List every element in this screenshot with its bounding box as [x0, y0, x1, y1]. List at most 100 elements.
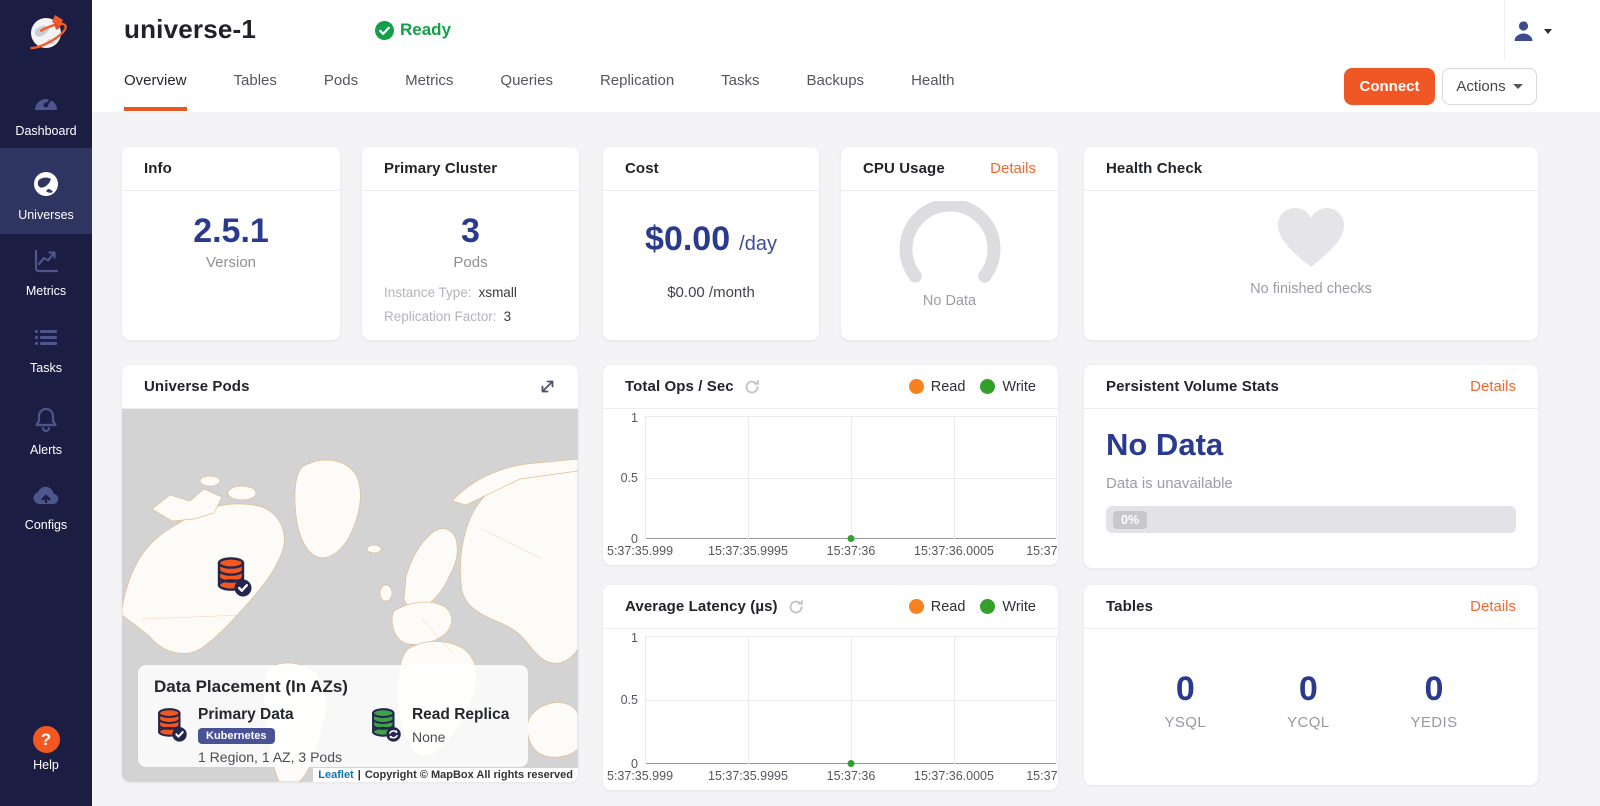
tab-backups[interactable]: Backups — [807, 72, 865, 111]
kubernetes-badge: Kubernetes — [198, 728, 275, 744]
world-map[interactable]: Data Placement (In AZs) Primary Data Kub… — [122, 409, 578, 782]
yedis-stat: 0 YEDIS — [1411, 671, 1458, 731]
map-attribution: Leaflet | Copyright © MapBox All rights … — [313, 768, 578, 782]
persistent-volume-card: Persistent Volume Stats Details No Data … — [1084, 365, 1538, 568]
write-data-point — [848, 760, 855, 767]
sidebar-item-help[interactable]: ? Help — [0, 718, 92, 784]
x-tick: 15:37:35.9995 — [708, 769, 788, 783]
chart-legend: Read Write — [909, 379, 1036, 395]
version-caption: Version — [206, 254, 256, 271]
sidebar-item-alerts[interactable]: Alerts — [0, 397, 92, 459]
sidebar-item-configs[interactable]: Configs — [0, 476, 92, 538]
card-title: Info — [144, 160, 172, 177]
x-tick: 5:37:35.999 — [607, 544, 673, 558]
metrics-chart-icon — [32, 248, 60, 279]
chart-title: Total Ops / Sec — [625, 378, 734, 395]
latency-chart[interactable]: 1 0.5 0 5:37:35.999 15:37:35.9995 15:37:… — [603, 629, 1058, 790]
sidebar-item-metrics[interactable]: Metrics — [0, 240, 92, 302]
header-divider — [1504, 0, 1505, 60]
leaflet-link[interactable]: Leaflet — [318, 769, 353, 781]
tab-queries[interactable]: Queries — [500, 72, 553, 111]
tab-metrics[interactable]: Metrics — [405, 72, 453, 111]
primary-cluster-map-marker[interactable] — [213, 555, 253, 604]
help-question-icon: ? — [33, 726, 60, 753]
sidebar-item-dashboard[interactable]: Dashboard — [0, 80, 92, 142]
status-text: Ready — [400, 20, 451, 40]
pvs-details-link[interactable]: Details — [1470, 378, 1516, 395]
universe-pods-card: Universe Pods — [122, 365, 578, 782]
x-tick: 5:37:35.999 — [607, 769, 673, 783]
replication-factor-row: Replication Factor:3 — [384, 309, 557, 324]
sidebar-item-tasks[interactable]: Tasks — [0, 319, 92, 381]
ops-chart[interactable]: 1 0.5 0 5:37:35.999 15:37:35.9995 15:37:… — [603, 409, 1058, 565]
primary-cluster-card: Primary Cluster 3 Pods Instance Type:xsm… — [362, 147, 579, 340]
primary-database-icon — [154, 706, 188, 744]
cpu-usage-card: CPU Usage Details No Data — [841, 147, 1058, 340]
refresh-icon[interactable] — [744, 379, 760, 395]
y-tick: 0.5 — [621, 693, 638, 707]
user-avatar-icon — [1512, 20, 1535, 43]
sidebar-item-label: Configs — [25, 518, 67, 532]
primary-data-label: Primary Data — [198, 706, 342, 724]
x-tick: 15:37:36 — [827, 544, 876, 558]
sidebar-item-label: Tasks — [30, 361, 62, 375]
tab-tables[interactable]: Tables — [234, 72, 277, 111]
tab-health[interactable]: Health — [911, 72, 954, 111]
write-data-point — [848, 535, 855, 542]
tab-bar: Overview Tables Pods Metrics Queries Rep… — [124, 72, 954, 111]
ready-check-icon — [375, 21, 394, 40]
sidebar-item-label: Alerts — [30, 443, 62, 457]
ycql-stat: 0 YCQL — [1287, 671, 1329, 731]
pods-caption: Pods — [453, 254, 487, 271]
pvs-caption: Data is unavailable — [1106, 475, 1516, 492]
card-title: Persistent Volume Stats — [1106, 378, 1279, 395]
replica-database-icon — [368, 706, 402, 744]
read-legend-label: Read — [931, 379, 966, 395]
cost-per-day-value: $0.00 — [645, 221, 730, 258]
tab-pods[interactable]: Pods — [324, 72, 358, 111]
pvs-nodata-text: No Data — [1106, 427, 1516, 463]
read-replica-detail: None — [412, 729, 509, 745]
status-badge: Ready — [375, 20, 451, 40]
yugabyte-logo-icon[interactable] — [18, 6, 74, 62]
primary-data-detail: 1 Region, 1 AZ, 3 Pods — [198, 749, 342, 765]
info-card: Info 2.5.1 Version — [122, 147, 340, 340]
alerts-bell-icon — [32, 405, 60, 438]
tab-replication[interactable]: Replication — [600, 72, 674, 111]
data-placement-panel: Data Placement (In AZs) Primary Data Kub… — [138, 665, 528, 767]
x-tick: 15:37:36.0005 — [914, 769, 994, 783]
card-title: Health Check — [1106, 160, 1202, 177]
read-legend-dot — [909, 599, 924, 614]
tables-details-link[interactable]: Details — [1470, 598, 1516, 615]
read-legend-label: Read — [931, 599, 966, 615]
cpu-details-link[interactable]: Details — [990, 160, 1036, 177]
user-menu[interactable] — [1512, 20, 1552, 43]
tables-card: Tables Details 0 YSQL 0 YCQL 0 YEDIS — [1084, 585, 1538, 785]
actions-dropdown-button[interactable]: Actions — [1442, 68, 1537, 105]
y-tick: 0.5 — [621, 471, 638, 485]
tab-overview[interactable]: Overview — [124, 72, 187, 111]
heart-icon — [1276, 207, 1346, 269]
chevron-down-icon — [1513, 84, 1523, 89]
write-legend-dot — [980, 379, 995, 394]
card-title: Cost — [625, 160, 659, 177]
tasks-list-icon — [32, 327, 60, 356]
card-title: Universe Pods — [144, 378, 250, 395]
write-legend-label: Write — [1002, 379, 1036, 395]
card-title: Tables — [1106, 598, 1153, 615]
pvs-progress-label: 0% — [1113, 511, 1147, 529]
sidebar-item-universes[interactable]: Universes — [0, 148, 92, 234]
refresh-icon[interactable] — [788, 599, 804, 615]
tab-tasks[interactable]: Tasks — [721, 72, 759, 111]
chevron-down-icon — [1544, 29, 1552, 34]
card-title: CPU Usage — [863, 160, 945, 177]
expand-icon[interactable] — [539, 378, 556, 395]
card-title: Primary Cluster — [384, 160, 497, 177]
y-tick: 1 — [631, 411, 638, 425]
cost-card: Cost $0.00 /day $0.00 /month — [603, 147, 819, 340]
universes-globe-icon — [32, 170, 60, 203]
x-tick: 15:37:36 — [827, 769, 876, 783]
topbar: universe-1 Ready Overview Tables Pods Me… — [92, 0, 1600, 112]
connect-button[interactable]: Connect — [1344, 68, 1435, 105]
configs-cloud-icon — [31, 484, 61, 513]
